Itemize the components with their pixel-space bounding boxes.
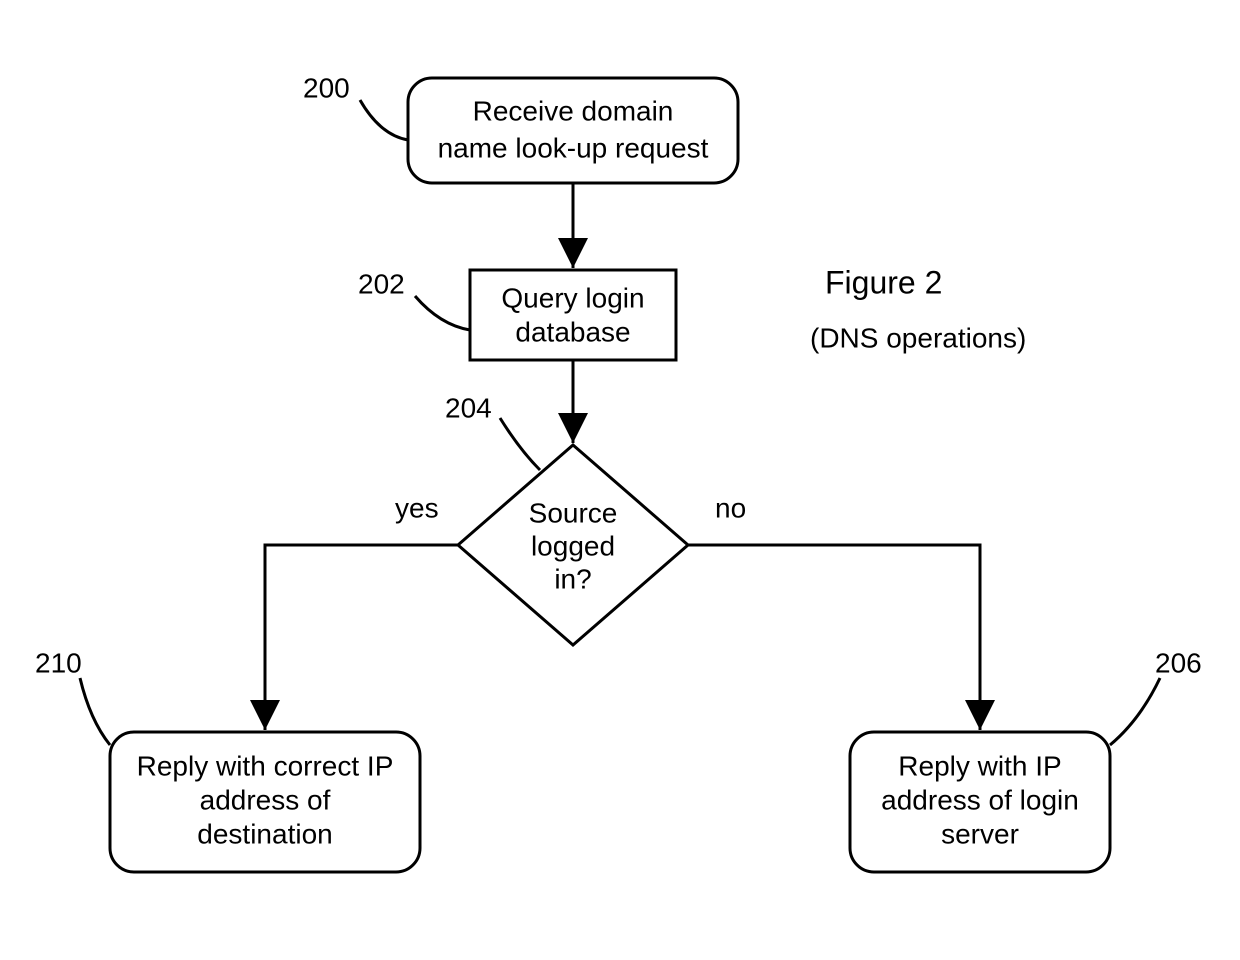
callout-202 [415, 296, 470, 330]
node-source-logged-in-line3: in? [554, 563, 591, 594]
node-receive-request: Receive domain name look-up request [408, 78, 738, 183]
callout-204 [500, 418, 540, 470]
ref-210: 210 [35, 647, 82, 678]
node-source-logged-in-line2: logged [531, 530, 615, 561]
node-reply-correct-ip-line2: address of [200, 784, 331, 815]
ref-206: 206 [1155, 647, 1202, 678]
ref-202: 202 [358, 268, 405, 299]
node-reply-login-server-ip: Reply with IP address of login server [850, 732, 1110, 872]
node-reply-correct-ip-line1: Reply with correct IP [137, 750, 394, 781]
arrow-no-to-206 [688, 545, 980, 730]
node-query-login-db: Query login database [470, 270, 676, 360]
node-reply-login-server-ip-line2: address of login [881, 784, 1079, 815]
node-query-login-db-line1: Query login [501, 282, 644, 313]
node-receive-request-line1: Receive domain [473, 95, 674, 126]
branch-yes-label: yes [395, 492, 439, 523]
node-reply-correct-ip-line3: destination [197, 818, 332, 849]
ref-200: 200 [303, 72, 350, 103]
node-reply-login-server-ip-line1: Reply with IP [898, 750, 1061, 781]
callout-200 [360, 100, 408, 140]
node-source-logged-in-line1: Source [529, 497, 618, 528]
figure-subtitle: (DNS operations) [810, 322, 1026, 353]
ref-204: 204 [445, 392, 492, 423]
callout-210 [80, 678, 110, 745]
arrow-yes-to-210 [265, 545, 458, 730]
node-source-logged-in: Source logged in? [458, 445, 688, 645]
node-query-login-db-line2: database [515, 316, 630, 347]
figure-title: Figure 2 [825, 264, 942, 300]
node-reply-correct-ip: Reply with correct IP address of destina… [110, 732, 420, 872]
node-receive-request-line2: name look-up request [438, 132, 709, 163]
callout-206 [1110, 678, 1160, 745]
flowchart-canvas: Receive domain name look-up request 200 … [0, 0, 1240, 960]
node-reply-login-server-ip-line3: server [941, 818, 1019, 849]
branch-no-label: no [715, 492, 746, 523]
